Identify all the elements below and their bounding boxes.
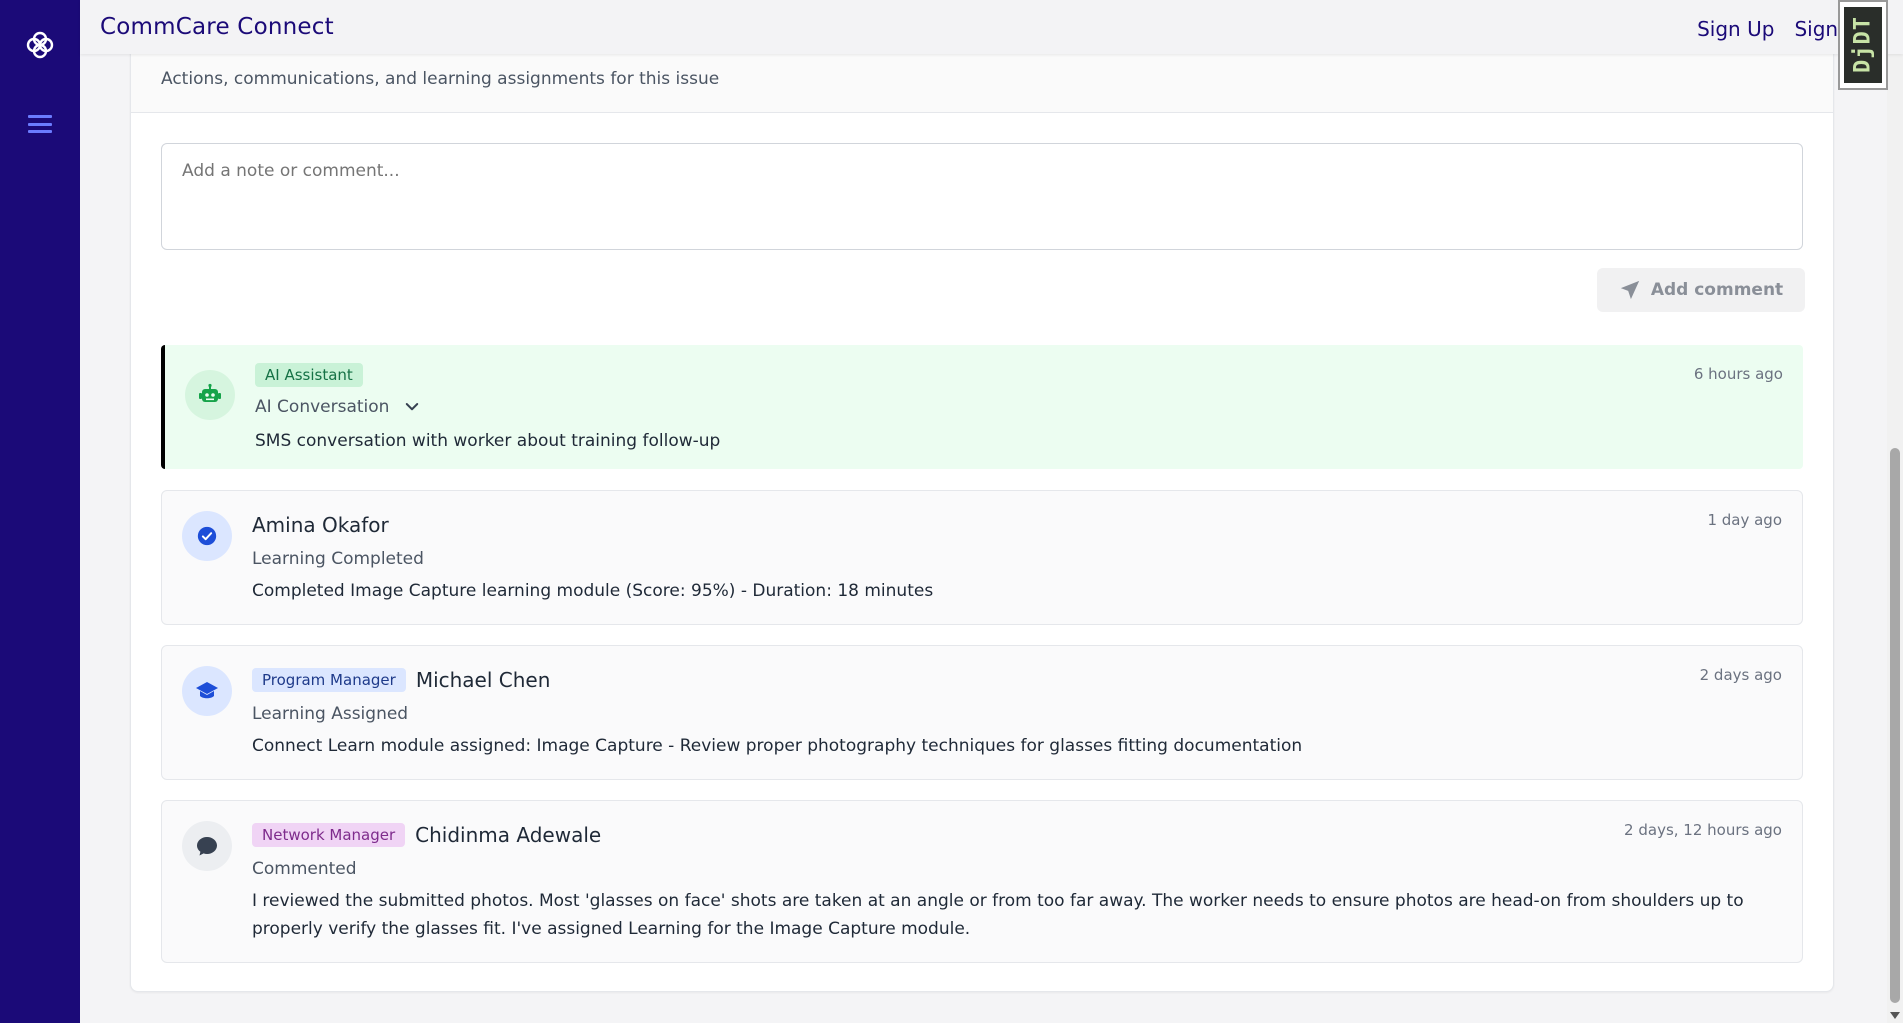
activity-timestamp: 6 hours ago <box>1693 365 1783 383</box>
graduation-cap-icon <box>182 666 232 716</box>
activity-action: AI Conversation <box>255 397 421 417</box>
activity-description: Connect Learn module assigned: Image Cap… <box>252 736 1303 756</box>
role-tag: AI Assistant <box>255 363 363 387</box>
debug-toolbar-handle[interactable]: DjDT <box>1838 0 1888 90</box>
activity-action: Learning Assigned <box>252 704 409 724</box>
role-tag: Program Manager <box>252 668 406 692</box>
activity-action: Learning Completed <box>252 549 424 569</box>
activity-action-label: AI Conversation <box>255 397 390 417</box>
activity-timestamp: 2 days ago <box>1699 666 1782 684</box>
sign-up-link[interactable]: Sign Up <box>1697 17 1774 41</box>
activity-item: Network Manager Chidinma Adewale Comment… <box>161 800 1803 963</box>
activity-timestamp: 1 day ago <box>1707 511 1782 529</box>
sidebar <box>0 0 80 1023</box>
hamburger-menu-icon[interactable] <box>28 112 52 136</box>
activity-subtitle: Actions, communications, and learning as… <box>161 69 720 89</box>
top-bar: CommCare Connect Sign Up Sign In <box>80 0 1903 54</box>
send-icon <box>1620 280 1639 300</box>
activity-item-ai: AI Assistant AI Conversation SMS convers… <box>161 345 1803 469</box>
app-title[interactable]: CommCare Connect <box>100 14 334 40</box>
activity-item: Program Manager Michael Chen Learning As… <box>161 645 1803 780</box>
activity-description: I reviewed the submitted photos. Most 'g… <box>252 891 1744 939</box>
activity-timestamp: 2 days, 12 hours ago <box>1624 821 1782 839</box>
user-name: Michael Chen <box>415 668 551 692</box>
user-name: Amina Okafor <box>252 513 389 537</box>
activity-action: Commented <box>252 859 357 879</box>
add-comment-label: Add comment <box>1650 280 1784 300</box>
comment-input[interactable] <box>161 143 1803 250</box>
check-circle-icon <box>182 511 232 561</box>
activity-card: Actions, communications, and learning as… <box>130 20 1834 992</box>
activity-description: SMS conversation with worker about train… <box>255 431 721 451</box>
scroll-down-arrow-icon[interactable] <box>1890 1012 1900 1019</box>
role-tag: Network Manager <box>252 823 406 847</box>
chevron-down-icon[interactable] <box>403 398 421 416</box>
logo-icon[interactable] <box>24 29 56 61</box>
activity-description: Completed Image Capture learning module … <box>252 581 934 601</box>
chat-bubble-icon <box>182 821 232 871</box>
user-name: Chidinma Adewale <box>415 823 602 847</box>
add-comment-button[interactable]: Add comment <box>1597 268 1805 312</box>
scrollbar-thumb[interactable] <box>1890 448 1900 1003</box>
activity-item: Amina Okafor Learning Completed Complete… <box>161 490 1803 625</box>
robot-icon <box>185 370 235 420</box>
page-scrollbar[interactable] <box>1887 0 1903 1023</box>
debug-toolbar-label: DjDT <box>1844 7 1882 83</box>
